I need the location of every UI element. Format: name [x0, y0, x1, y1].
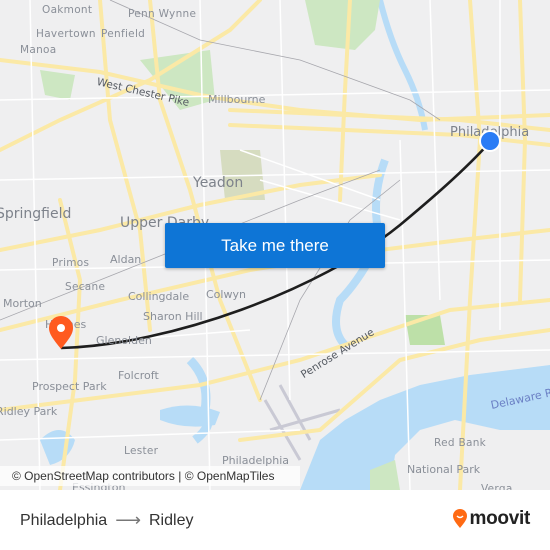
place-label: Prospect Park [32, 380, 107, 393]
place-label: Secane [65, 281, 106, 293]
map-attribution[interactable]: © OpenStreetMap contributors | © OpenMap… [0, 466, 300, 486]
place-label: National Park [407, 463, 481, 476]
place-label: Millbourne [208, 93, 266, 106]
place-label: Primos [52, 257, 90, 269]
place-label: Ridley Park [0, 405, 58, 418]
destination-pin-icon[interactable] [47, 315, 75, 351]
place-label: Glenolden [96, 334, 152, 347]
place-label: Manoa [20, 44, 57, 56]
place-label: Oakmont [42, 4, 93, 16]
place-label: Folcroft [118, 369, 159, 382]
moovit-wordmark: moovit [469, 508, 531, 529]
place-label: Morton [3, 297, 42, 310]
moovit-logo[interactable]: moovit [452, 508, 530, 530]
route-destination: Ridley [149, 511, 194, 529]
place-label: Aldan [110, 253, 142, 266]
place-label: Lester [124, 445, 159, 457]
origin-marker[interactable] [479, 130, 501, 152]
moovit-pin-icon [452, 509, 467, 528]
place-label: Havertown [36, 28, 96, 40]
footer-bar: Philadelphia ⟶ Ridley moovit [0, 490, 550, 550]
place-label: Penfield [101, 28, 146, 40]
place-label: Sharon Hill [143, 310, 203, 323]
park-west [40, 70, 75, 100]
place-label: Penn Wynne [128, 8, 197, 20]
place-label: Yeadon [193, 175, 244, 191]
route-origin: Philadelphia [20, 511, 108, 529]
route-title: Philadelphia ⟶ Ridley [20, 510, 193, 531]
place-label: Red Bank [434, 437, 487, 449]
place-label: Springfield [0, 206, 72, 222]
arrow-right-icon: ⟶ [115, 510, 141, 530]
place-label: Colwyn [206, 288, 246, 301]
map-view[interactable]: Oakmont Penn Wynne Havertown Penfield Ma… [0, 0, 550, 490]
water-lake [40, 430, 75, 465]
park-fairmount [305, 0, 380, 50]
water-schuylkill-north [377, 0, 428, 131]
take-me-there-button[interactable]: Take me there [165, 223, 385, 268]
place-label: Philadelphia [222, 454, 290, 467]
water-creek [186, 356, 213, 444]
water-basin [160, 405, 220, 427]
place-label: Collingdale [128, 290, 190, 303]
